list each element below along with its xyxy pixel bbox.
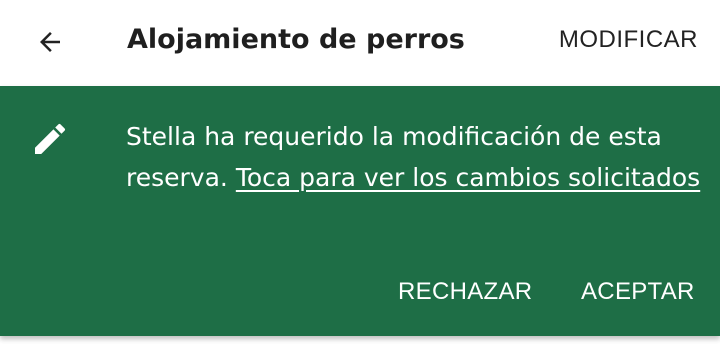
banner-message: Stella ha requerido la modificación de e… bbox=[126, 116, 706, 198]
back-button[interactable] bbox=[24, 16, 76, 68]
reject-button[interactable]: RECHAZAR bbox=[398, 272, 532, 312]
page-title: Alojamiento de perros bbox=[127, 24, 465, 55]
modification-request-banner: Stella ha requerido la modificación de e… bbox=[0, 86, 720, 336]
modify-button[interactable]: MODIFICAR bbox=[559, 18, 698, 62]
arrow-back-icon bbox=[40, 32, 60, 52]
pencil-icon bbox=[35, 123, 66, 154]
accept-button[interactable]: ACEPTAR bbox=[581, 272, 695, 312]
app-bar: Alojamiento de perros MODIFICAR bbox=[0, 0, 720, 86]
view-changes-link[interactable]: Toca para ver los cambios solicitados bbox=[236, 163, 700, 192]
